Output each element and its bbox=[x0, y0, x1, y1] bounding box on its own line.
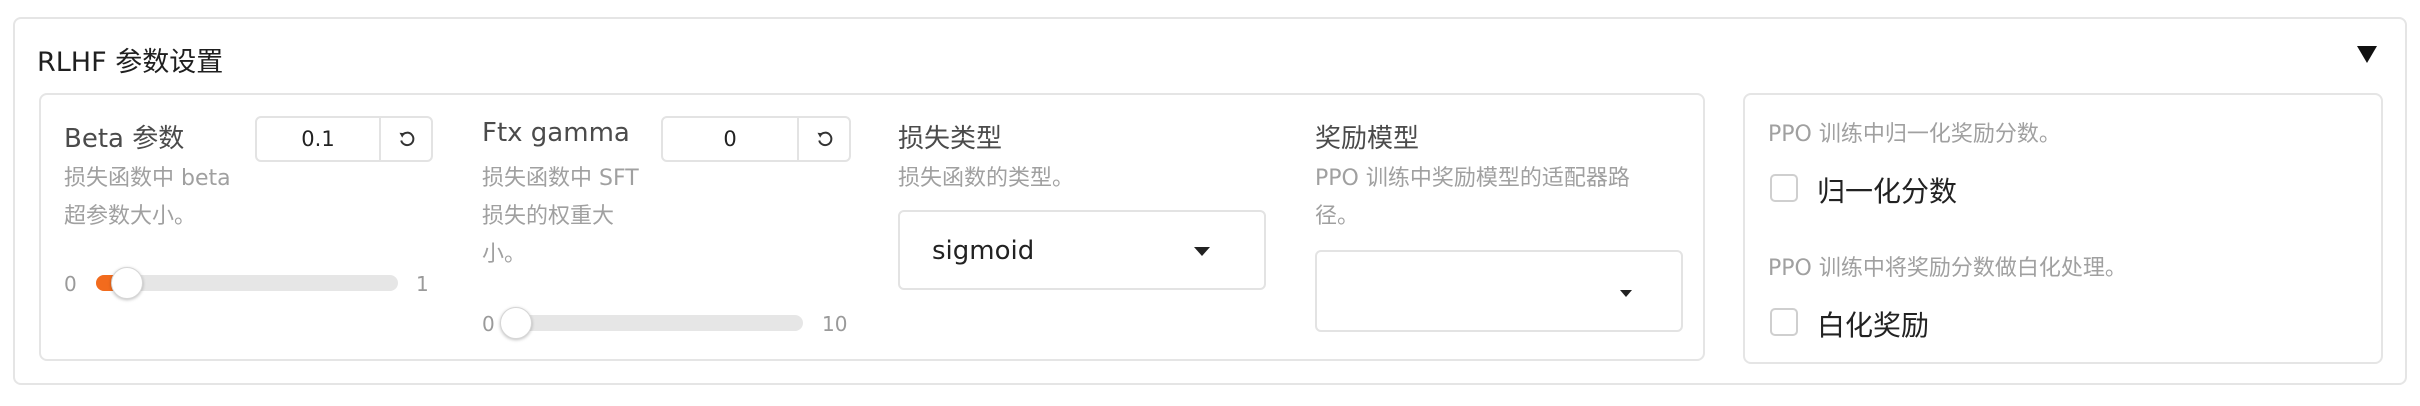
beta-number-box bbox=[255, 116, 433, 162]
ftx-gamma-reset-button[interactable] bbox=[797, 118, 851, 160]
ftx-gamma-number-box bbox=[661, 116, 851, 162]
loss-type-selected-value: sigmoid bbox=[932, 236, 1035, 266]
loss-type-description: 损失函数的类型。 bbox=[898, 166, 1075, 191]
beta-max-label: 1 bbox=[416, 272, 429, 296]
reward-model-dropdown[interactable] bbox=[1315, 250, 1683, 332]
whiten-reward-checkbox[interactable] bbox=[1770, 308, 1798, 336]
beta-slider-thumb[interactable] bbox=[111, 267, 144, 299]
chevron-down-icon bbox=[1620, 290, 1632, 297]
ftx-gamma-description-line-3: 小。 bbox=[482, 242, 527, 267]
ftx-gamma-description-line-1: 损失函数中 SFT bbox=[482, 166, 639, 191]
beta-description-line-1: 损失函数中 beta bbox=[64, 166, 231, 191]
normalize-reward-label[interactable]: 归一化分数 bbox=[1817, 170, 1957, 210]
ftx-gamma-min-label: 0 bbox=[482, 312, 495, 336]
beta-label: Beta 参数 bbox=[64, 124, 185, 154]
beta-number-input[interactable] bbox=[257, 118, 379, 160]
loss-type-label: 损失类型 bbox=[898, 124, 1003, 154]
beta-min-label: 0 bbox=[64, 272, 77, 296]
panel-title[interactable]: RLHF 参数设置 bbox=[37, 40, 223, 79]
ftx-gamma-label: Ftx gamma bbox=[482, 118, 630, 148]
beta-description-line-2: 超参数大小。 bbox=[64, 204, 197, 229]
whiten-reward-label[interactable]: 白化奖励 bbox=[1817, 304, 1929, 344]
ftx-gamma-slider-thumb[interactable] bbox=[500, 307, 532, 339]
ftx-gamma-slider-track[interactable] bbox=[515, 315, 803, 331]
normalize-reward-checkbox[interactable] bbox=[1770, 174, 1798, 202]
reset-icon bbox=[817, 131, 833, 147]
ftx-gamma-number-input[interactable] bbox=[663, 118, 797, 160]
ftx-gamma-max-label: 10 bbox=[822, 312, 848, 336]
collapse-triangle-icon[interactable] bbox=[2355, 42, 2379, 66]
loss-type-dropdown[interactable]: sigmoid bbox=[898, 210, 1266, 290]
beta-reset-button[interactable] bbox=[379, 118, 433, 160]
reward-model-description-line-2: 径。 bbox=[1315, 204, 1360, 229]
chevron-down-icon bbox=[1194, 247, 1210, 256]
reset-icon bbox=[399, 131, 415, 147]
whiten-reward-description: PPO 训练中将奖励分数做白化处理。 bbox=[1768, 256, 2127, 281]
normalize-reward-description: PPO 训练中归一化奖励分数。 bbox=[1768, 122, 2061, 147]
ftx-gamma-description-line-2: 损失的权重大 bbox=[482, 204, 615, 229]
reward-model-description-line-1: PPO 训练中奖励模型的适配器路 bbox=[1315, 166, 1630, 191]
reward-model-label: 奖励模型 bbox=[1315, 124, 1420, 154]
